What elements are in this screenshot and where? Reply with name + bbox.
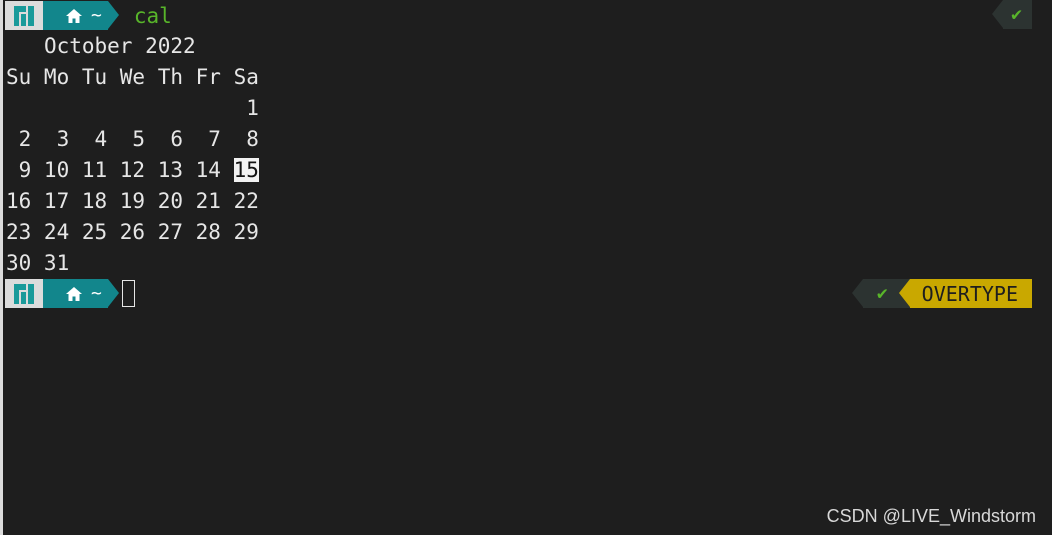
calendar-week-1: 1 [6, 96, 259, 120]
prompt-dir-segment: ~ [43, 279, 119, 308]
text-cursor[interactable] [121, 280, 135, 307]
home-icon [66, 8, 82, 23]
prompt-line-1: ~ cal [5, 1, 172, 30]
home-icon [66, 286, 82, 301]
input-mode-label: OVERTYPE [921, 281, 1018, 306]
calendar-today: 15 [233, 158, 259, 182]
prompt-dir-segment: ~ [43, 1, 119, 30]
calendar-week-4: 16 17 18 19 20 21 22 [6, 189, 259, 213]
prompt-os-segment [5, 279, 54, 308]
check-icon: ✔ [876, 283, 888, 304]
manjaro-logo-icon [14, 283, 34, 304]
typed-command: cal [133, 3, 172, 28]
calendar-weekdays: Su Mo Tu We Th Fr Sa [6, 65, 259, 89]
input-mode-badge: OVERTYPE [898, 279, 1032, 308]
right-prompt-top: ✔ [992, 0, 1032, 29]
calendar-week-5: 23 24 25 26 27 28 29 [6, 220, 259, 244]
prompt-line-2: ~ [5, 279, 135, 308]
terminal-window[interactable]: ~ cal ✔ October 2022 Su Mo Tu We Th Fr S… [0, 0, 1052, 535]
status-ok-segment: ✔ [992, 0, 1032, 29]
watermark: CSDN @LIVE_Windstorm [826, 506, 1036, 526]
prompt-dir: ~ [91, 5, 102, 26]
prompt-os-segment [5, 1, 54, 30]
manjaro-logo-icon [14, 5, 34, 26]
calendar-month-header: October 2022 [43, 34, 196, 58]
check-icon: ✔ [1011, 4, 1022, 25]
calendar-week-3: 9 10 11 12 13 14 15 [6, 158, 259, 182]
window-left-edge [0, 0, 3, 535]
calendar-week-6: 30 31 [6, 251, 70, 275]
calendar-week-2: 2 3 4 5 6 7 8 [6, 127, 259, 151]
right-prompt-bottom: ✔ OVERTYPE [851, 279, 1032, 308]
prompt-dir: ~ [91, 283, 102, 304]
